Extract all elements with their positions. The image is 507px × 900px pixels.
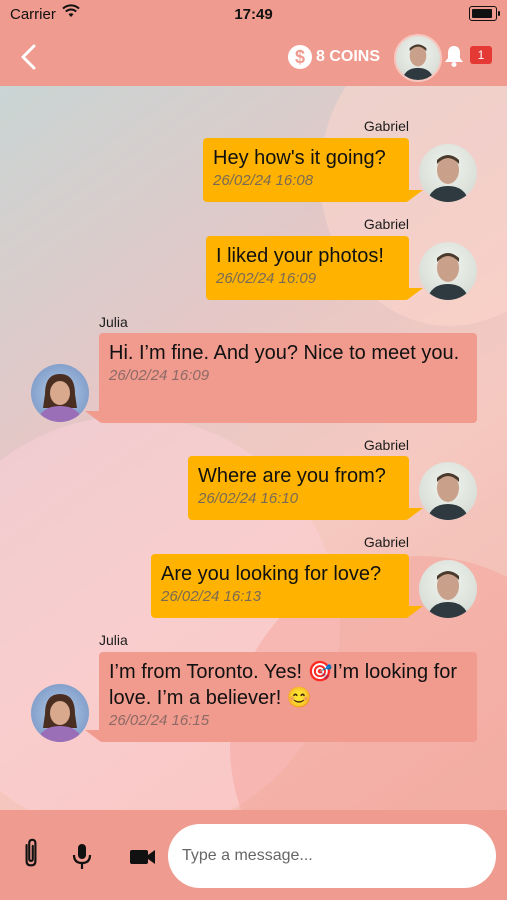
battery-icon [469, 6, 500, 21]
message-timestamp: 26/02/24 16:08 [213, 172, 314, 189]
avatar-photo [37, 694, 83, 742]
avatar[interactable] [419, 242, 477, 300]
message-timestamp: 26/02/24 16:09 [109, 367, 210, 384]
avatar[interactable] [31, 684, 89, 742]
message-bubble[interactable]: Are you looking for love? 26/02/24 16:13 [151, 554, 409, 618]
chat-messages[interactable]: Gabriel Hey how's it going? 26/02/24 16:… [0, 86, 507, 810]
chat-screen: Carrier 17:49 $ 8 COINS 1 Gabriel Hey ho… [0, 0, 507, 900]
message-bubble[interactable]: Hi. I’m fine. And you? Nice to meet you.… [99, 333, 477, 423]
bubble-tail [85, 730, 101, 742]
coins-label: 8 COINS [316, 48, 381, 65]
bubble-tail [407, 606, 423, 618]
coins-button[interactable]: $ 8 COINS [288, 44, 380, 70]
message-text: Hey how's it going? [213, 147, 386, 169]
avatar[interactable] [31, 364, 89, 422]
avatar-photo [402, 44, 434, 80]
microphone-icon[interactable] [67, 842, 97, 872]
avatar-photo [37, 374, 83, 422]
bubble-tail [407, 288, 423, 300]
status-bar: Carrier 17:49 [0, 0, 507, 28]
paperclip-icon[interactable] [16, 838, 46, 868]
message-timestamp: 26/02/24 16:10 [198, 490, 299, 507]
message-input[interactable] [168, 824, 496, 888]
message-bubble[interactable]: I’m from Toronto. Yes! 🎯I’m looking for … [99, 652, 477, 742]
message-timestamp: 26/02/24 16:13 [161, 588, 262, 605]
bubble-tail [85, 411, 101, 423]
message-text: Hi. I’m fine. And you? Nice to meet you. [109, 342, 460, 364]
message-text: Where are you from? [198, 465, 386, 487]
sender-name: Gabriel [363, 534, 409, 550]
sender-name: Gabriel [363, 118, 409, 134]
avatar[interactable] [419, 462, 477, 520]
sender-name: Gabriel [363, 216, 409, 232]
dollar-coin-icon: $ [288, 45, 312, 69]
message-timestamp: 26/02/24 16:15 [109, 712, 210, 729]
avatar-photo [427, 473, 469, 520]
video-camera-icon[interactable] [128, 842, 158, 872]
message-bubble[interactable]: Hey how's it going? 26/02/24 16:08 [203, 138, 409, 202]
profile-avatar[interactable] [394, 34, 442, 82]
chevron-left-icon[interactable] [14, 40, 44, 74]
avatar-photo [427, 253, 469, 300]
notification-badge[interactable]: 1 [470, 46, 492, 64]
message-text: I’m from Toronto. Yes! 🎯I’m looking for … [109, 661, 458, 709]
message-text: I liked your photos! [216, 245, 384, 267]
avatar-photo [427, 155, 469, 202]
message-timestamp: 26/02/24 16:09 [216, 270, 317, 287]
sender-name: Julia [99, 314, 128, 330]
navbar: $ 8 COINS 1 [0, 28, 507, 86]
bubble-tail [407, 508, 423, 520]
clock: 17:49 [234, 6, 273, 23]
sender-name: Gabriel [363, 437, 409, 453]
avatar[interactable] [419, 144, 477, 202]
avatar-photo [427, 571, 469, 618]
bell-icon[interactable] [443, 44, 465, 68]
message-text: Are you looking for love? [161, 563, 382, 585]
message-composer [0, 810, 507, 900]
message-bubble[interactable]: Where are you from? 26/02/24 16:10 [188, 456, 409, 520]
avatar[interactable] [419, 560, 477, 618]
message-bubble[interactable]: I liked your photos! 26/02/24 16:09 [206, 236, 409, 300]
bubble-tail [407, 190, 423, 202]
sender-name: Julia [99, 632, 128, 648]
